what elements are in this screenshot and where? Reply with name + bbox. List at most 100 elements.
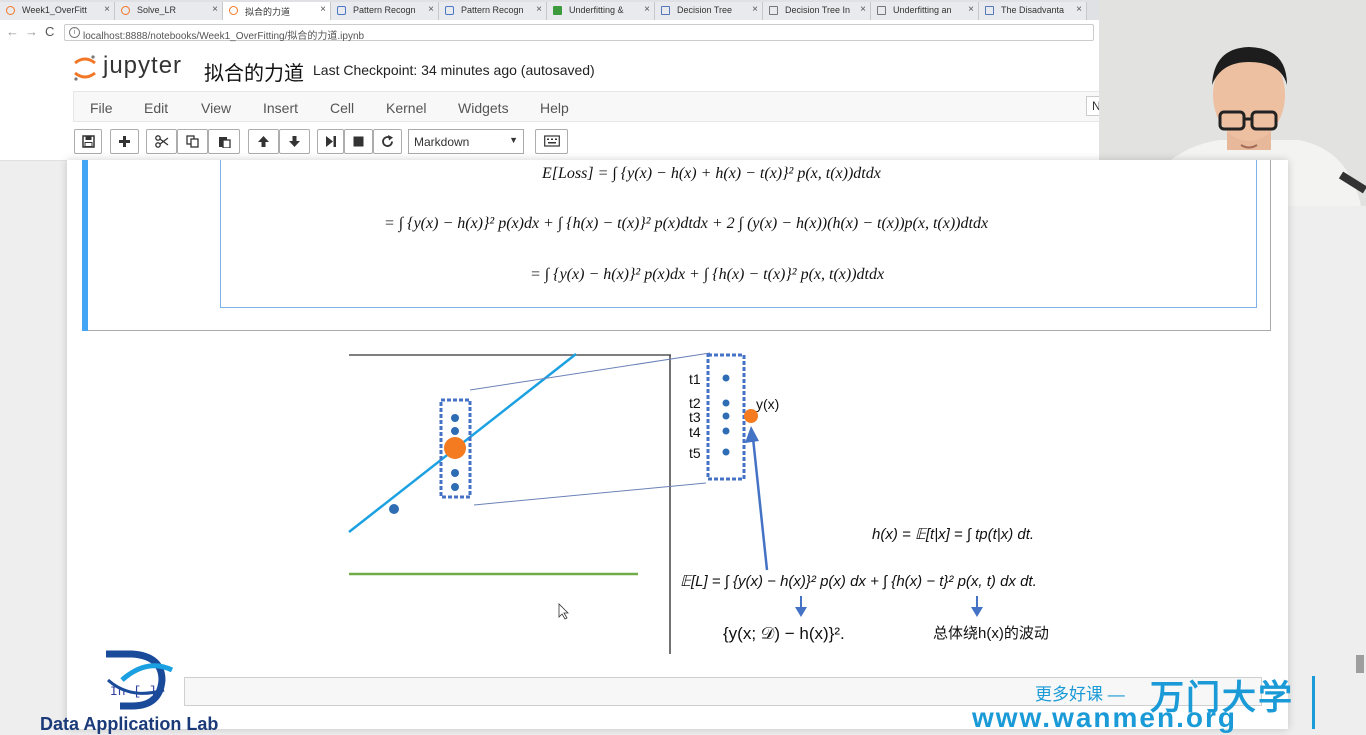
menu-edit[interactable]: Edit bbox=[144, 100, 168, 116]
close-icon[interactable]: × bbox=[968, 4, 974, 15]
close-icon[interactable]: × bbox=[212, 4, 218, 15]
sample-dot bbox=[451, 483, 459, 491]
browser-tab[interactable]: Pattern Recogn × bbox=[439, 2, 547, 20]
arrow-down-icon bbox=[971, 607, 983, 617]
close-icon[interactable]: × bbox=[320, 4, 326, 15]
target-dot bbox=[722, 374, 730, 382]
save-button[interactable] bbox=[74, 129, 102, 154]
copy-button[interactable] bbox=[177, 129, 208, 154]
sample-dot bbox=[451, 414, 459, 422]
menu-container: File Edit View Insert Cell Kernel Widget… bbox=[73, 91, 1100, 122]
cell-type-value: Markdown bbox=[414, 135, 470, 149]
url-text: localhost:8888/notebooks/Week1_OverFitti… bbox=[83, 31, 365, 42]
menu-help[interactable]: Help bbox=[540, 100, 569, 116]
page-icon bbox=[661, 6, 670, 15]
copy-icon bbox=[186, 135, 199, 148]
jupyter-icon bbox=[229, 6, 238, 15]
cell-selection-indicator bbox=[82, 160, 88, 331]
t-label: t4 bbox=[689, 424, 701, 440]
kernel-indicator[interactable]: N bbox=[1086, 96, 1101, 116]
insert-cell-button[interactable] bbox=[110, 129, 139, 154]
notebook-title[interactable]: 拟合的力道 bbox=[204, 57, 304, 86]
close-icon[interactable]: × bbox=[644, 4, 650, 15]
tab-title: Decision Tree In bbox=[785, 5, 851, 15]
menu-insert[interactable]: Insert bbox=[263, 100, 298, 116]
tab-title: Decision Tree bbox=[677, 5, 733, 15]
menu-widgets[interactable]: Widgets bbox=[458, 100, 509, 116]
noise-annotation: 总体绕h(x)的波动 bbox=[933, 625, 1049, 642]
menu-file[interactable]: File bbox=[90, 100, 113, 116]
run-icon bbox=[326, 136, 336, 147]
arrow-down-icon bbox=[289, 136, 300, 147]
cut-button[interactable] bbox=[146, 129, 177, 154]
browser-tab[interactable]: The Disadvanta × bbox=[979, 2, 1087, 20]
prediction-dot-large bbox=[444, 437, 466, 459]
stackexchange-icon bbox=[553, 6, 562, 15]
variance-term: {y(x; 𝒟) − h(x)}². bbox=[723, 624, 845, 643]
data-point bbox=[389, 504, 399, 514]
tab-title: 拟合的力道 bbox=[245, 7, 291, 17]
arrow-down-icon bbox=[795, 607, 807, 617]
forward-icon[interactable]: → bbox=[25, 24, 38, 39]
tab-title: Solve_LR bbox=[137, 5, 177, 15]
menu-kernel[interactable]: Kernel bbox=[386, 100, 426, 116]
tab-title: Underfitting an bbox=[893, 5, 952, 15]
t-label: t3 bbox=[689, 409, 701, 425]
tab-title: Week1_OverFitt bbox=[22, 5, 87, 15]
lab-name: Data Application Lab bbox=[40, 714, 219, 734]
jupyter-logo-icon[interactable] bbox=[72, 54, 98, 82]
interrupt-button[interactable] bbox=[344, 129, 373, 154]
back-icon[interactable]: ← bbox=[6, 24, 19, 39]
tab-title: The Disadvanta bbox=[1001, 5, 1065, 15]
address-bar: ← → C i localhost:8888/notebooks/Week1_O… bbox=[0, 20, 1100, 47]
cell-type-select[interactable]: Markdown ▼ bbox=[408, 129, 524, 154]
sample-dot bbox=[451, 427, 459, 435]
hx-formula: h(x) = 𝔼[t|x] = ∫ tp(t|x) dt. bbox=[872, 526, 1034, 543]
browser-tab[interactable]: Underfitting an × bbox=[871, 2, 979, 20]
move-up-button[interactable] bbox=[248, 129, 279, 154]
close-icon[interactable]: × bbox=[428, 4, 434, 15]
paste-button[interactable] bbox=[208, 129, 240, 154]
browser-tab[interactable]: Underfitting & × bbox=[547, 2, 655, 20]
yx-label: y(x) bbox=[756, 396, 779, 412]
run-button[interactable] bbox=[317, 129, 344, 154]
browser-tab-active[interactable]: 拟合的力道 × bbox=[223, 2, 331, 20]
reload-icon[interactable]: C bbox=[45, 24, 54, 39]
watermark-divider bbox=[1312, 676, 1315, 729]
browser-tab[interactable]: Decision Tree In × bbox=[763, 2, 871, 20]
tab-title: Underfitting & bbox=[569, 5, 624, 15]
jupyter-wordmark[interactable]: jupyter bbox=[103, 52, 182, 80]
menu-view[interactable]: View bbox=[201, 100, 231, 116]
gear-icon bbox=[337, 6, 346, 15]
close-icon[interactable]: × bbox=[860, 4, 866, 15]
browser-tab[interactable]: Pattern Recogn × bbox=[331, 2, 439, 20]
projection-line-top bbox=[469, 352, 711, 391]
menu-cell[interactable]: Cell bbox=[330, 100, 354, 116]
browser-tab[interactable]: Solve_LR × bbox=[115, 2, 223, 20]
equation-line-2: = ∫ {y(x) − h(x)}² p(x)dx + ∫ {h(x) − t(… bbox=[384, 215, 989, 232]
close-icon[interactable]: × bbox=[104, 4, 110, 15]
close-icon[interactable]: × bbox=[536, 4, 542, 15]
cut-icon bbox=[154, 135, 168, 148]
close-icon[interactable]: × bbox=[1076, 4, 1082, 15]
t-label: t1 bbox=[689, 371, 701, 387]
command-palette-button[interactable] bbox=[535, 129, 568, 154]
equation-line-3: = ∫ {y(x) − h(x)}² p(x)dx + ∫ {h(x) − t(… bbox=[530, 266, 885, 283]
target-dot bbox=[722, 399, 730, 407]
keyboard-icon bbox=[543, 135, 560, 147]
save-icon bbox=[81, 135, 95, 148]
notebook-header: jupyter 拟合的力道 Last Checkpoint: 34 minute… bbox=[0, 46, 1100, 90]
tab-title: Pattern Recogn bbox=[353, 5, 416, 15]
mouse-cursor-icon bbox=[558, 603, 569, 620]
move-down-button[interactable] bbox=[279, 129, 310, 154]
scrollbar-thumb[interactable] bbox=[1356, 655, 1364, 673]
tab-title: Pattern Recogn bbox=[461, 5, 524, 15]
close-icon[interactable]: × bbox=[752, 4, 758, 15]
restart-button[interactable] bbox=[373, 129, 402, 154]
checkpoint-status: Last Checkpoint: 34 minutes ago (autosav… bbox=[313, 62, 595, 78]
browser-tab[interactable]: Decision Tree × bbox=[655, 2, 763, 20]
info-icon[interactable]: i bbox=[69, 27, 80, 38]
url-input[interactable]: i localhost:8888/notebooks/Week1_OverFit… bbox=[64, 24, 1094, 42]
browser-tab[interactable]: Week1_OverFitt × bbox=[0, 2, 115, 20]
expected-loss-formula: 𝔼[L] = ∫ {y(x) − h(x)}² p(x) dx + ∫ {h(x… bbox=[680, 573, 1037, 590]
